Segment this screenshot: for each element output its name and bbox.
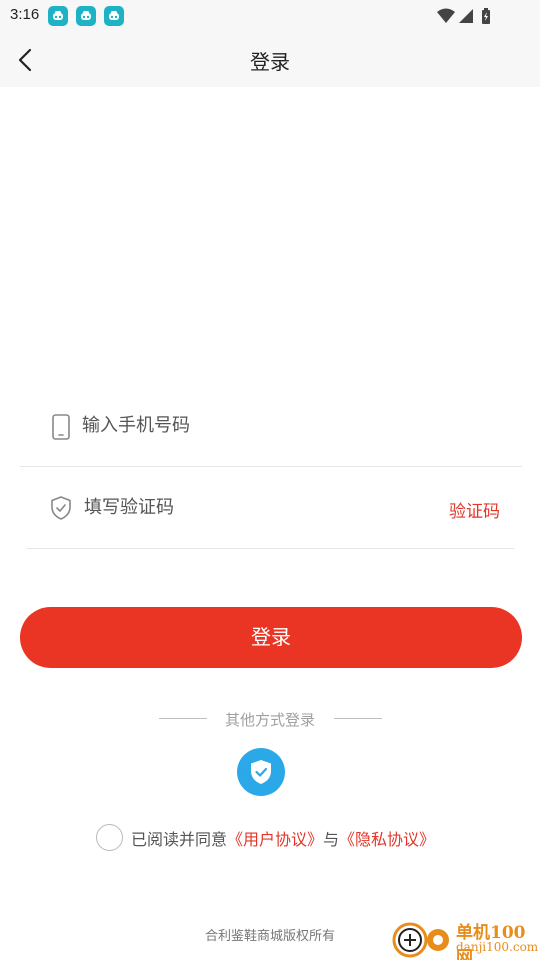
wifi-icon [437, 8, 455, 23]
app-notification-icon [104, 6, 124, 26]
page-title: 登录 [250, 50, 290, 74]
other-login-label: 其他方式登录 [224, 711, 315, 729]
other-login-divider: 其他方式登录 [0, 709, 540, 729]
agreement-text: 已阅读并同意《用户协议》与《隐私协议》 [131, 826, 435, 850]
divider-line [334, 718, 382, 719]
signal-icon [459, 9, 473, 23]
app-notification-icon [48, 6, 68, 26]
one-click-login-button[interactable] [237, 748, 285, 796]
agreement-prefix: 已阅读并同意 [131, 830, 228, 849]
shield-check-icon [50, 496, 72, 520]
code-field: 验证码 [26, 467, 514, 549]
shield-check-icon [251, 760, 271, 784]
agreement-connector: 与 [323, 830, 340, 849]
user-agreement-link[interactable]: 《用户协议》 [227, 830, 323, 849]
header: 登录 [0, 32, 540, 87]
code-input[interactable] [84, 489, 424, 525]
phone-icon [50, 414, 72, 440]
watermark-logo-icon [392, 922, 449, 958]
phone-input[interactable] [82, 407, 422, 443]
app-notification-icon [76, 6, 96, 26]
status-bar: 3:16 [0, 0, 540, 32]
watermark-url: danji100.com [456, 940, 539, 954]
privacy-policy-link[interactable]: 《隐私协议》 [339, 830, 435, 849]
get-code-button[interactable]: 验证码 [449, 497, 500, 522]
status-time: 3:16 [10, 6, 40, 23]
status-icons [436, 7, 506, 29]
battery-charging-icon [482, 8, 490, 24]
watermark: 单机100网 danji100.com [390, 916, 540, 960]
phone-field [20, 385, 522, 467]
agreement-checkbox[interactable] [96, 824, 123, 851]
login-button[interactable]: 登录 [20, 607, 522, 668]
